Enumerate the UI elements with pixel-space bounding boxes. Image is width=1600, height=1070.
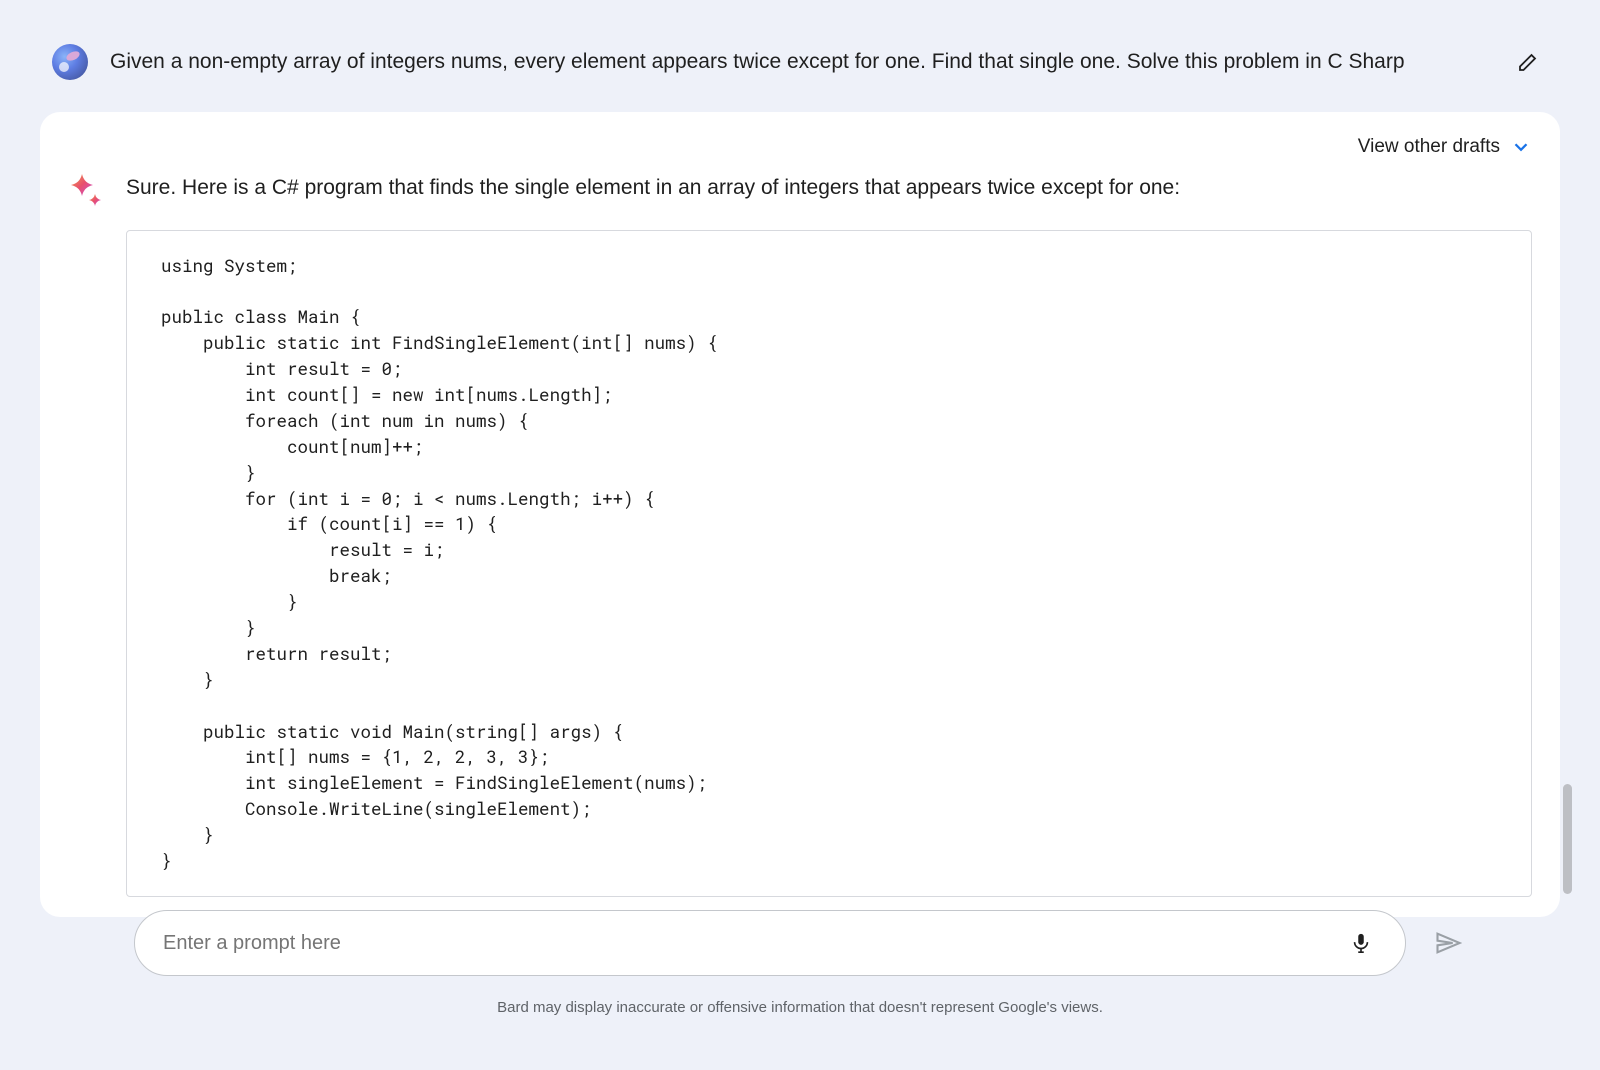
assistant-content: Sure. Here is a C# program that finds th… [126, 172, 1532, 917]
chevron-down-icon[interactable] [1510, 136, 1532, 158]
microphone-button[interactable] [1345, 927, 1377, 959]
user-message: Given a non-empty array of integers nums… [24, 24, 1576, 100]
assistant-intro-text: Sure. Here is a C# program that finds th… [126, 172, 1532, 204]
view-drafts-button[interactable]: View other drafts [1358, 136, 1500, 158]
prompt-box[interactable] [134, 910, 1406, 976]
bard-avatar [68, 172, 104, 208]
assistant-response-card: View other drafts [40, 112, 1560, 917]
edit-prompt-button[interactable] [1508, 42, 1548, 82]
chat-container: Given a non-empty array of integers nums… [24, 24, 1576, 1046]
user-avatar [52, 44, 88, 80]
microphone-icon [1350, 932, 1372, 954]
scrollbar-thumb[interactable] [1563, 784, 1572, 894]
send-button[interactable] [1430, 925, 1466, 961]
assistant-body: Sure. Here is a C# program that finds th… [68, 172, 1532, 917]
code-block[interactable]: using System; public class Main { public… [126, 230, 1532, 897]
sparkle-icon [68, 172, 104, 208]
pencil-icon [1516, 50, 1540, 74]
prompt-input[interactable] [163, 932, 1345, 955]
send-icon [1434, 929, 1462, 957]
user-prompt-text: Given a non-empty array of integers nums… [110, 46, 1486, 78]
input-area [134, 910, 1466, 976]
disclaimer-text: Bard may display inaccurate or offensive… [24, 999, 1576, 1016]
drafts-row: View other drafts [68, 136, 1532, 172]
